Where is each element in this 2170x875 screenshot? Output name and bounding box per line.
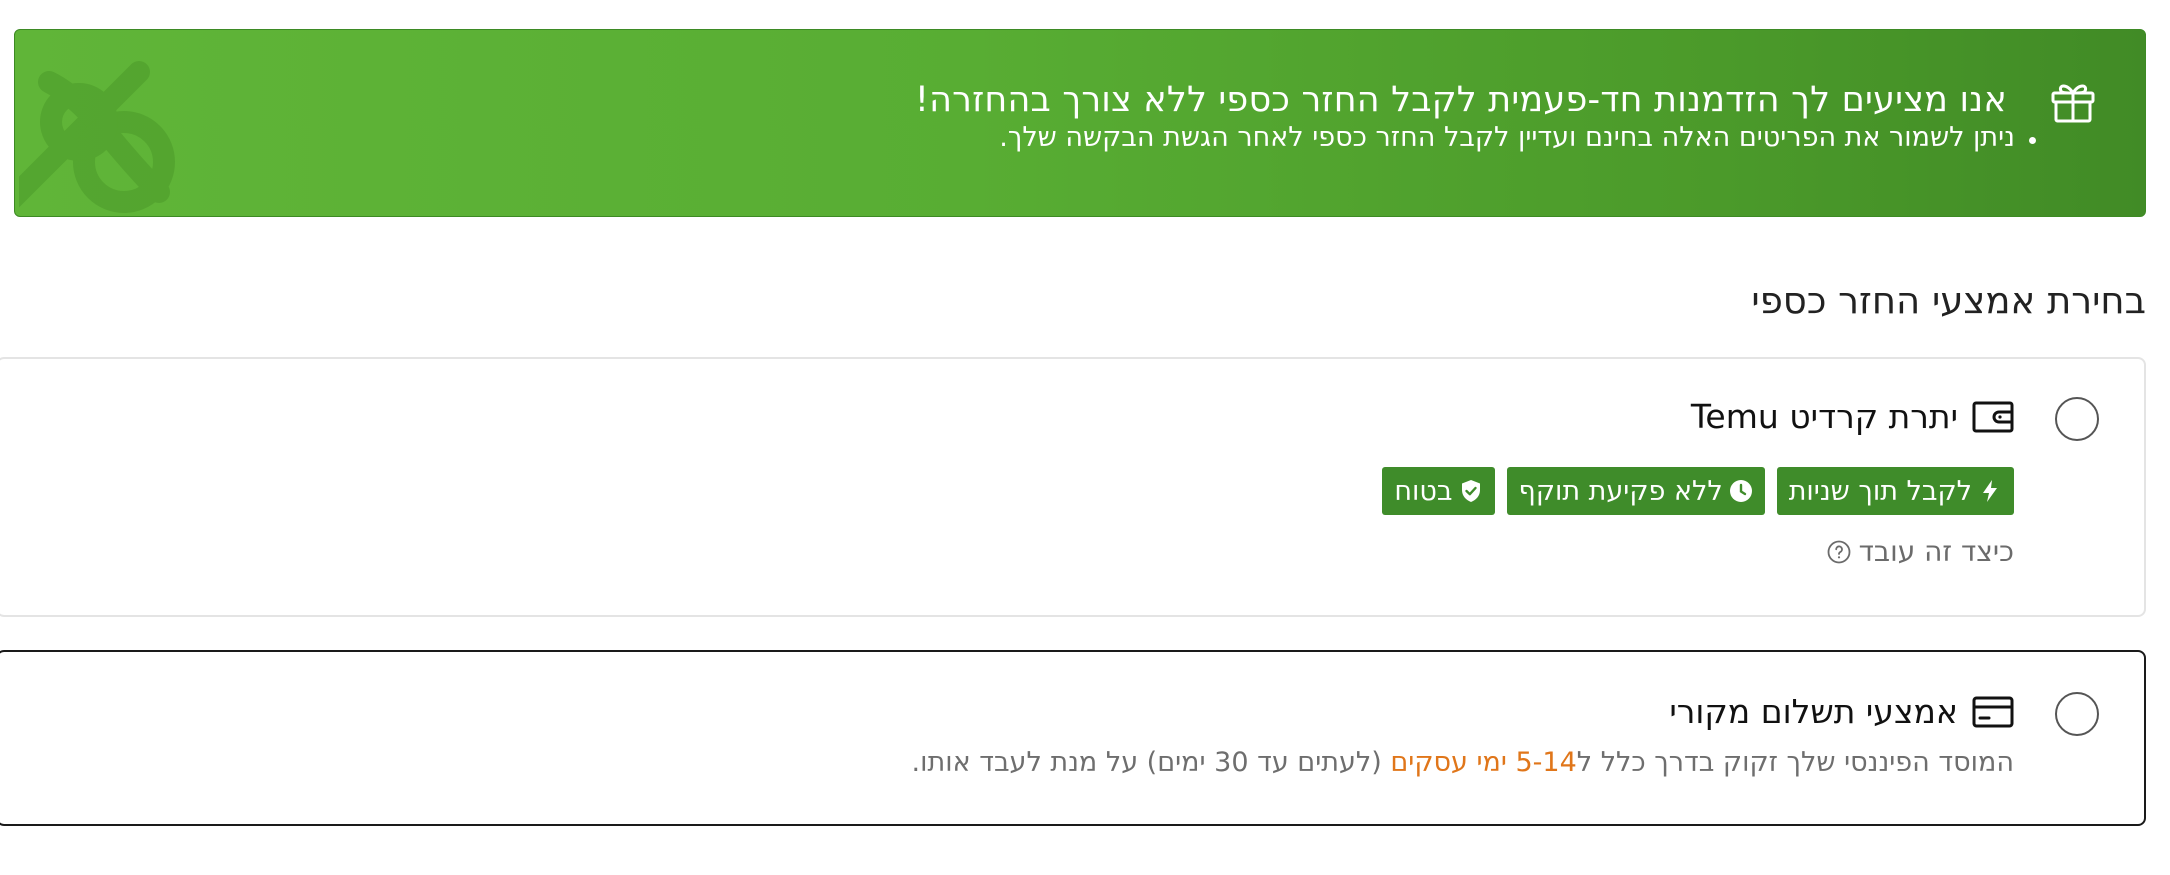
- badge-no-expiry-label: ללא פקיעת תוקף: [1518, 475, 1723, 507]
- badge-safe-label: בטוח: [1394, 475, 1453, 507]
- temu-credit-badges: לקבל תוך שניות ללא פקיעת תוקף בטוח: [1382, 467, 2014, 515]
- credit-card-icon: [1972, 696, 2014, 727]
- original-payment-radio[interactable]: [2055, 692, 2099, 736]
- banner-subtitle: ניתן לשמור את הפריטים האלה בחינם ועדיין …: [999, 122, 2015, 153]
- shield-check-icon: [1461, 480, 1480, 502]
- temu-credit-title: יתרת קרדיט Temu: [1690, 397, 1958, 436]
- desc-after: (לעתים עד 30 ימים) על מנת לעבד אותו.: [911, 747, 1391, 778]
- gift-icon: [2051, 84, 2095, 123]
- wallet-icon: [1972, 401, 2014, 432]
- refund-method-page: אנו מציעים לך הזדמנות חד-פעמית לקבל החזר…: [0, 0, 2170, 875]
- lightning-icon: [1983, 480, 1997, 502]
- banner-title: אנו מציעים לך הזדמנות חד-פעמית לקבל החזר…: [914, 80, 2007, 120]
- badge-instant: לקבל תוך שניות: [1776, 467, 2014, 515]
- temu-credit-radio[interactable]: [2055, 397, 2099, 441]
- original-payment-header: אמצעי תשלום מקורי: [1669, 692, 2014, 731]
- original-payment-description: המוסד הפיננסי שלך זקוק בדרך כלל ל5-14 ימ…: [912, 747, 2014, 778]
- desc-highlight: 5-14 ימי עסקים: [1390, 747, 1577, 778]
- temu-credit-header: יתרת קרדיט Temu: [1691, 397, 2014, 436]
- how-it-works-link[interactable]: כיצד זה עובד: [1827, 535, 2014, 568]
- original-payment-title: אמצעי תשלום מקורי: [1669, 692, 1958, 731]
- refund-method-heading: בחירת אמצעי החזר כספי: [1751, 279, 2146, 322]
- bullet-icon: [2029, 137, 2036, 144]
- temu-watermark-icon: [19, 61, 175, 213]
- no-return-refund-banner: אנו מציעים לך הזדמנות חד-פעמית לקבל החזר…: [14, 29, 2146, 217]
- badge-instant-label: לקבל תוך שניות: [1788, 475, 1972, 507]
- clock-icon: [1729, 480, 1752, 502]
- badge-safe: בטוח: [1382, 467, 1495, 515]
- question-circle-icon: [1827, 540, 1851, 563]
- desc-before: המוסד הפיננסי שלך זקוק בדרך כלל ל: [1576, 747, 2014, 778]
- how-it-works-label: כיצד זה עובד: [1858, 535, 2014, 568]
- badge-no-expiry: ללא פקיעת תוקף: [1506, 467, 1765, 515]
- refund-option-temu-credit[interactable]: יתרת קרדיט Temu לקבל תוך שניות ללא פקיעת…: [0, 357, 2146, 617]
- refund-option-original-payment[interactable]: אמצעי תשלום מקורי המוסד הפיננסי שלך זקוק…: [0, 650, 2146, 826]
